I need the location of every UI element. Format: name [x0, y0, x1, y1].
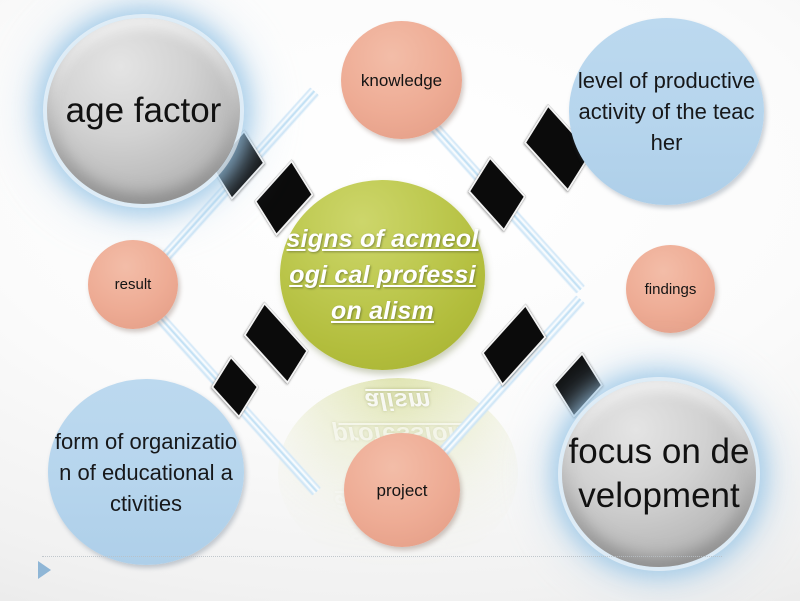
center-node-label: signs of acmeologi cal profession alism	[286, 225, 479, 325]
node-result-label: result	[114, 276, 152, 293]
node-level-of-productive-activity-of-the-teacher-label: level of productive activity of the teac…	[577, 68, 756, 155]
slide-canvas: alism profession cal acmeologi signs of …	[0, 0, 800, 601]
node-findings[interactable]: findings	[626, 245, 715, 333]
node-project-label: project	[376, 480, 428, 500]
node-form-of-organization-of-educational-activities[interactable]: form of organization of educational acti…	[48, 379, 244, 565]
play-triangle-icon[interactable]	[38, 561, 51, 579]
node-focus-on-development-label: focus on development	[568, 432, 750, 515]
node-knowledge[interactable]: knowledge	[341, 21, 462, 139]
footer-divider	[42, 556, 722, 558]
node-focus-on-development[interactable]: focus on development	[562, 381, 756, 567]
center-node-signs-of-acmeological-professionalism[interactable]: signs of acmeologi cal profession alism	[280, 180, 485, 370]
node-age-factor[interactable]: age factor	[47, 18, 240, 204]
node-age-factor-label: age factor	[65, 91, 222, 130]
node-findings-label: findings	[644, 280, 697, 298]
node-project[interactable]: project	[344, 433, 460, 547]
node-level-of-productive-activity-of-the-teacher[interactable]: level of productive activity of the teac…	[569, 18, 764, 205]
node-form-of-organization-of-educational-activities-label: form of organization of educational acti…	[54, 428, 238, 516]
node-result[interactable]: result	[88, 240, 178, 329]
node-knowledge-label: knowledge	[360, 70, 443, 90]
